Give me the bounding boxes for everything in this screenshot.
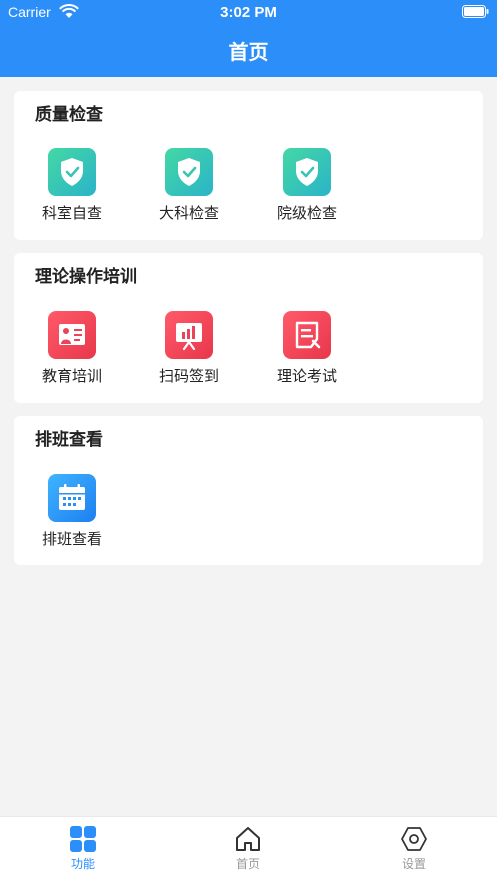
section-title: 质量检查 bbox=[35, 105, 103, 125]
tile-label: 理论考试 bbox=[276, 367, 337, 385]
tile-label: 教育培训 bbox=[41, 367, 102, 385]
tab-label: 功能 bbox=[70, 857, 95, 871]
tile-major-department-check[interactable]: 大科检查 bbox=[144, 148, 234, 228]
tile-department-self-check[interactable]: 科室自查 bbox=[27, 148, 117, 228]
tab-bar: 功能 首页 设置 bbox=[0, 816, 497, 883]
tile-schedule-view[interactable]: 排班查看 bbox=[27, 474, 117, 554]
tab-label: 首页 bbox=[235, 857, 260, 871]
shield-check-icon bbox=[48, 148, 96, 196]
tile-scan-sign-in[interactable]: 扫码签到 bbox=[144, 311, 234, 391]
status-bar: Carrier 3:02 PM bbox=[0, 0, 497, 26]
section-title: 理论操作培训 bbox=[35, 267, 137, 287]
section-title: 排班查看 bbox=[35, 430, 103, 450]
tab-home[interactable]: 首页 bbox=[198, 825, 298, 872]
tile-hospital-check[interactable]: 院级检查 bbox=[262, 148, 352, 228]
chart-board-icon bbox=[165, 311, 213, 359]
section-schedule: 排班查看 排班查看 bbox=[14, 416, 483, 565]
home-icon bbox=[236, 827, 260, 851]
tab-settings[interactable]: 设置 bbox=[364, 825, 464, 872]
shield-check-icon bbox=[165, 148, 213, 196]
tile-label: 排班查看 bbox=[41, 530, 102, 548]
exam-paper-icon bbox=[283, 311, 331, 359]
section-quality-check: 质量检查 科室自查 大科检查 院级检查 bbox=[14, 91, 483, 240]
hexagon-gear-icon bbox=[401, 827, 427, 851]
status-time: 3:02 PM bbox=[220, 4, 277, 21]
presenter-board-icon bbox=[48, 311, 96, 359]
battery-icon bbox=[462, 5, 489, 18]
app-header: Carrier 3:02 PM 首页 bbox=[0, 0, 497, 77]
shield-check-icon bbox=[283, 148, 331, 196]
tile-label: 大科检查 bbox=[158, 204, 219, 222]
calendar-icon bbox=[48, 474, 96, 522]
tile-education-training[interactable]: 教育培训 bbox=[27, 311, 117, 391]
tile-label: 院级检查 bbox=[276, 204, 337, 222]
tile-theory-exam[interactable]: 理论考试 bbox=[262, 311, 352, 391]
tile-label: 扫码签到 bbox=[158, 367, 219, 385]
tab-label: 设置 bbox=[401, 857, 426, 871]
tab-functions[interactable]: 功能 bbox=[33, 825, 133, 872]
section-training: 理论操作培训 教育培训 扫码签到 理论考试 bbox=[14, 253, 483, 403]
grid-icon bbox=[70, 826, 96, 852]
tile-label: 科室自查 bbox=[41, 204, 102, 222]
page-title: 首页 bbox=[228, 40, 269, 64]
